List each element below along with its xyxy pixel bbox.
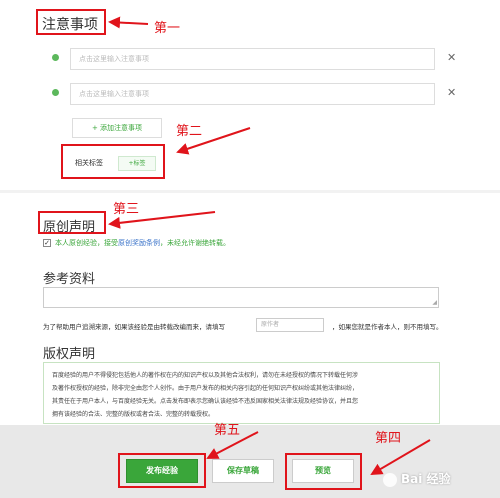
highlight-box-original [38,211,106,234]
baidu-watermark: Bai 经验 [383,470,451,487]
copyright-line: 及著作权授权的经验，除非完全由您个人创作。由于用户发布的相关内容引起的任何知识产… [52,385,359,392]
annotation-label: 第三 [113,202,140,217]
close-icon[interactable]: ✕ [447,52,456,63]
resize-grip-icon[interactable]: ◢ [432,300,437,306]
original-author-input[interactable]: 原作者 [256,318,324,332]
copyright-section-title: 版权声明 [43,347,96,362]
original-text-before: 本人原创经验，接受 [55,239,118,247]
bullet-dot-icon [52,89,59,96]
references-textarea[interactable]: ◢ [43,287,439,308]
save-draft-button[interactable]: 保存草稿 [212,459,274,483]
copyright-line: 拥有该经验的合法、完整的版权或者合法、完整的转载授权。 [52,411,215,418]
copyright-text-box: 百度经验的用户不得侵犯包括他人的著作权在内的知识产权以及其他合法权利，请勿在未经… [43,362,440,424]
annotation-label: 第一 [154,21,181,36]
annotation-label: 第二 [176,124,203,139]
original-statement: 本人原创经验，接受原创奖励条例，未经允许谢绝转载。 [55,238,230,248]
references-help-after: ，如果您就是作者本人，则不用填写。 [332,323,443,331]
note-input-1[interactable]: 点击这里输入注意事项 [70,48,435,70]
references-help-before: 为了帮助用户追溯来源，如果该经验是由转载改编而来，请填写 [43,323,225,331]
add-note-button[interactable]: + 添加注意事项 [72,118,162,138]
original-text-after: ，未经允许谢绝转载。 [160,239,230,247]
watermark-text: Bai 经验 [401,472,451,486]
highlight-box-tags [61,144,165,179]
note-input-2[interactable]: 点击这里输入注意事项 [70,83,435,105]
copyright-line: 其责任在于用户本人，与百度经验无关。点击发布即表示您确认该经验不违反国家相关法律… [52,398,359,405]
bullet-dot-icon [52,54,59,61]
references-section-title: 参考资料 [43,272,96,287]
close-icon[interactable]: ✕ [447,87,456,98]
highlight-box-notes-title [36,9,106,35]
original-checkbox[interactable]: ✓ [43,239,51,247]
reward-rules-link[interactable]: 原创奖励条例 [118,239,160,247]
paw-logo-icon [383,472,397,487]
copyright-line: 百度经验的用户不得侵犯包括他人的著作权在内的知识产权以及其他合法权利，请勿在未经… [52,372,359,379]
highlight-box-publish [118,453,206,488]
highlight-box-preview [285,453,362,490]
annotation-label: 第四 [375,431,402,446]
annotation-label: 第五 [214,423,241,438]
